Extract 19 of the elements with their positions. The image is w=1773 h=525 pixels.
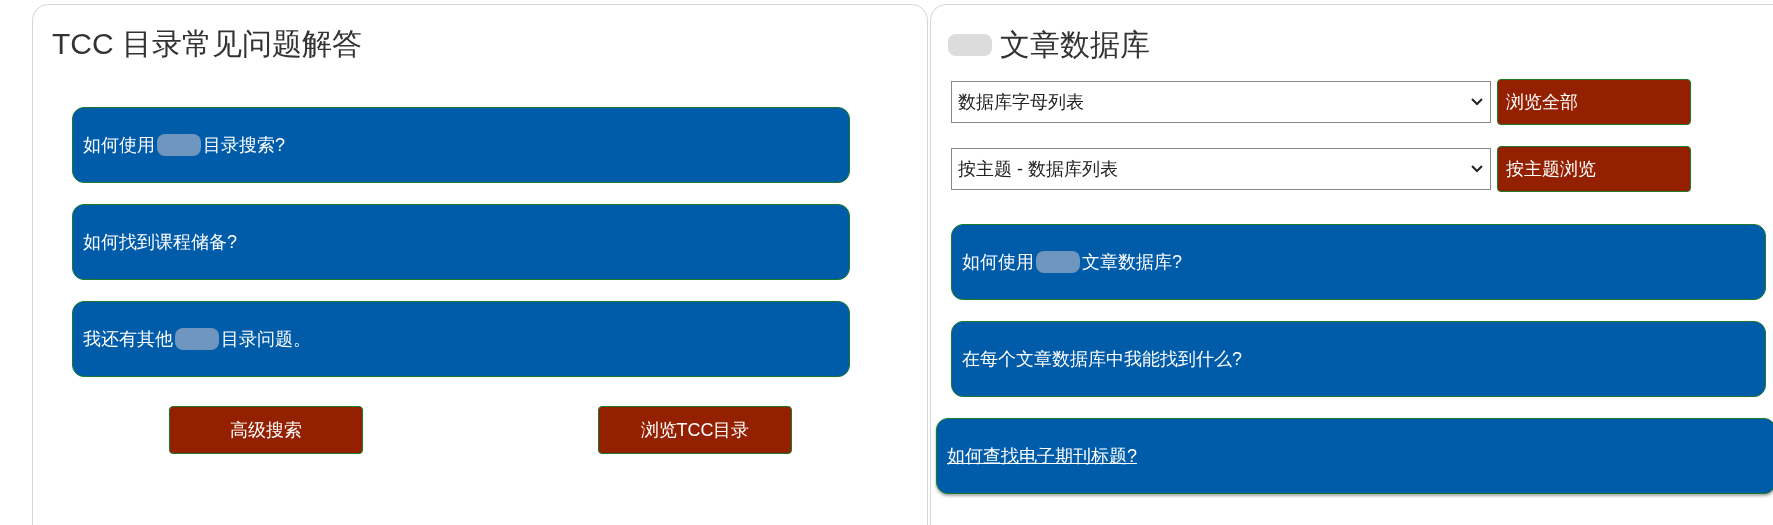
- chevron-down-icon: [1470, 164, 1484, 174]
- browse-button[interactable]: 按主题浏览: [1497, 146, 1691, 192]
- action-button[interactable]: 浏览TCC目录: [598, 406, 792, 454]
- chevron-down-icon: [1470, 97, 1484, 107]
- question-link[interactable]: 我还有其他 目录问题。: [72, 301, 850, 377]
- dropdown-field[interactable]: 按主题 - 数据库列表: [951, 148, 1491, 190]
- dropdown-field[interactable]: 数据库字母列表: [951, 81, 1491, 123]
- browse-button[interactable]: 浏览全部: [1497, 79, 1691, 125]
- panel-title: 文章数据库: [1000, 27, 1150, 63]
- blurred-patch: [1036, 251, 1080, 273]
- question-link[interactable]: 在每个文章数据库中我能找到什么?: [951, 321, 1766, 397]
- blurred-patch: [175, 328, 219, 350]
- question-link[interactable]: 如何使用 目录搜索?: [72, 107, 850, 183]
- question-link[interactable]: 如何找到课程储备?: [72, 204, 850, 280]
- question-link[interactable]: 如何使用 文章数据库?: [951, 224, 1766, 300]
- action-button[interactable]: 高级搜索: [169, 406, 363, 454]
- panel-title: TCC 目录常见问题解答: [52, 26, 363, 62]
- blurred-patch: [157, 134, 201, 156]
- question-link[interactable]: 如何查找电子期刊标题?: [936, 418, 1773, 494]
